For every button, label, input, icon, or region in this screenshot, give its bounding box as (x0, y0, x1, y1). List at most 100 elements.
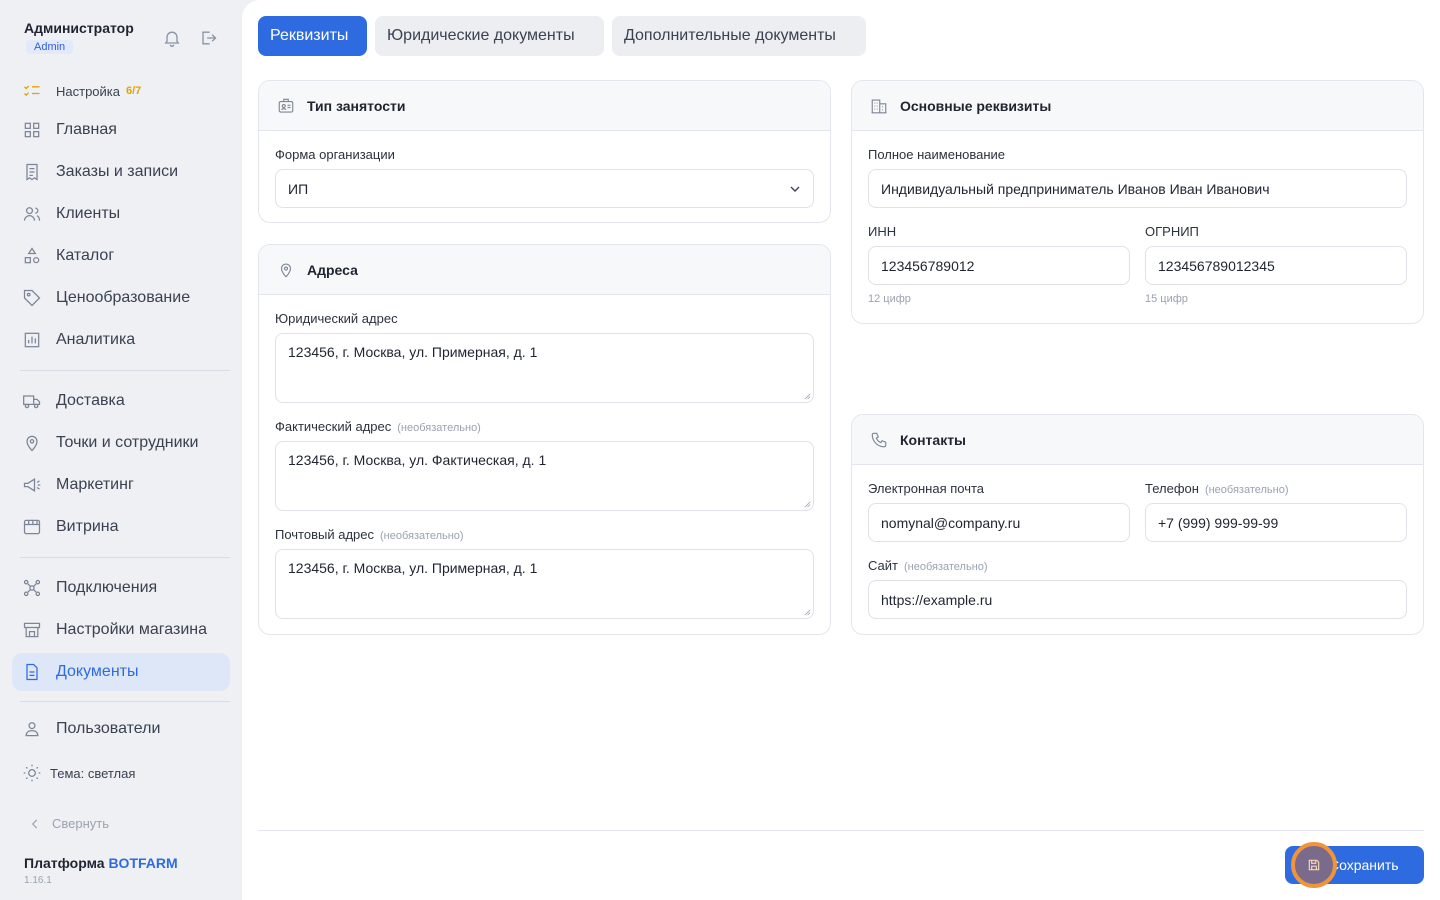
sidebar-item-users[interactable]: Пользователи (12, 710, 230, 748)
sidebar: Администратор Admin Настройка 6/7 Главна… (0, 0, 242, 900)
site-label: Сайт (необязательно) (868, 558, 988, 573)
ogrnip-hint: 15 цифр (1145, 293, 1188, 305)
site-field[interactable]: https://example.ru (868, 580, 1407, 619)
chevron-left-icon (31, 819, 38, 828)
checklist-icon (22, 81, 42, 101)
inn-value: 123456789012 (881, 257, 975, 274)
platform-brand: BOTFARM (108, 855, 178, 871)
resize-handle-icon[interactable] (804, 393, 811, 400)
grid-icon (22, 120, 42, 140)
sidebar-item-label: Маркетинг (56, 476, 134, 493)
legal-address-textarea[interactable]: 123456, г. Москва, ул. Примерная, д. 1 (275, 333, 814, 403)
sidebar-item-marketing[interactable]: Маркетинг (12, 466, 230, 504)
tag-icon (22, 288, 42, 308)
employment-card: Тип занятости Форма организации ИП (258, 80, 831, 223)
sidebar-item-pricing[interactable]: Ценообразование (12, 279, 230, 317)
document-icon (22, 662, 42, 682)
resize-handle-icon[interactable] (804, 501, 811, 508)
phone-field[interactable]: +7 (999) 999-99-99 (1145, 503, 1407, 542)
label-text: Юридический адрес (275, 311, 398, 326)
sidebar-item-analytics[interactable]: Аналитика (12, 321, 230, 359)
optional-note: (необязательно) (380, 530, 464, 542)
org-form-label: Форма организации (275, 147, 395, 162)
resize-handle-icon[interactable] (804, 609, 811, 616)
requisites-card: Основные реквизиты Полное наименование И… (851, 80, 1424, 324)
email-field[interactable]: nomynal@company.ru (868, 503, 1130, 542)
full-name-label: Полное наименование (868, 147, 1006, 162)
footer-divider (258, 830, 1424, 831)
main-content: Реквизиты Юридические документы Дополнит… (242, 0, 1440, 900)
card-header: Основные реквизиты (852, 81, 1423, 131)
sidebar-item-label: Настройки магазина (56, 621, 208, 638)
sidebar-item-documents[interactable]: Документы (12, 653, 230, 691)
label-text: Почтовый адрес (275, 527, 374, 542)
full-name-input[interactable]: Индивидуальный предприниматель Иванов Ив… (868, 169, 1407, 208)
bell-icon[interactable] (162, 28, 182, 48)
platform-title: Платформа BOTFARM (24, 855, 178, 871)
chart-icon (22, 330, 42, 350)
sidebar-item-label: Документы (56, 663, 139, 680)
chevron-down-icon (790, 186, 800, 192)
theme-toggle[interactable]: Тема: светлая (12, 754, 230, 792)
sidebar-item-catalog[interactable]: Каталог (12, 237, 230, 275)
tab-additional-documents[interactable]: Дополнительные документы (612, 16, 866, 56)
map-pin-icon (277, 261, 295, 279)
user-block: Администратор Admin (24, 20, 134, 55)
map-pin-icon (22, 433, 42, 453)
phone-icon (870, 431, 888, 449)
sidebar-item-store-settings[interactable]: Настройки магазина (12, 611, 230, 649)
card-header: Адреса (259, 245, 830, 295)
card-title: Контакты (900, 431, 967, 448)
postal-address-textarea[interactable]: 123456, г. Москва, ул. Примерная, д. 1 (275, 549, 814, 619)
actual-address-textarea[interactable]: 123456, г. Москва, ул. Фактическая, д. 1 (275, 441, 814, 511)
sidebar-item-label: Аналитика (56, 331, 136, 348)
inn-input[interactable]: 123456789012 (868, 246, 1130, 285)
email-value: nomynal@company.ru (881, 514, 1021, 531)
sidebar-item-setup[interactable]: Настройка 6/7 (12, 72, 230, 110)
sidebar-divider (20, 370, 230, 371)
legal-address-label: Юридический адрес (275, 311, 398, 326)
sidebar-item-label: Доставка (56, 392, 125, 409)
sidebar-item-integrations[interactable]: Подключения (12, 569, 230, 607)
label-text: Фактический адрес (275, 419, 392, 434)
sidebar-item-label: Точки и сотрудники (56, 434, 199, 451)
sidebar-item-home[interactable]: Главная (12, 111, 230, 149)
truck-icon (22, 391, 42, 411)
storefront-icon (22, 517, 42, 537)
sidebar-item-storefront[interactable]: Витрина (12, 508, 230, 546)
users-icon (22, 204, 42, 224)
ogrnip-value: 123456789012345 (1158, 257, 1275, 274)
collapse-sidebar-button[interactable]: Свернуть (28, 816, 109, 831)
sidebar-item-label: Клиенты (56, 205, 121, 222)
save-button[interactable]: Сохранить (1285, 842, 1424, 888)
card-header: Контакты (852, 415, 1423, 465)
sidebar-item-delivery[interactable]: Доставка (12, 382, 230, 420)
optional-note: (необязательно) (903, 561, 988, 573)
actual-address-label: Фактический адрес (необязательно) (275, 419, 481, 434)
setup-progress: 6/7 (126, 85, 142, 97)
sidebar-divider (20, 701, 230, 702)
tab-legal-documents[interactable]: Юридические документы (375, 16, 604, 56)
sidebar-item-clients[interactable]: Клиенты (12, 195, 230, 233)
logout-icon[interactable] (198, 28, 218, 48)
legal-address-value: 123456, г. Москва, ул. Примерная, д. 1 (288, 344, 538, 360)
optional-note: (необязательно) (1204, 484, 1289, 496)
card-title: Адреса (307, 261, 358, 278)
sidebar-item-locations[interactable]: Точки и сотрудники (12, 424, 230, 462)
addresses-card: Адреса Юридический адрес 123456, г. Моск… (258, 244, 831, 635)
sidebar-item-orders[interactable]: Заказы и записи (12, 153, 230, 191)
store-icon (22, 620, 42, 640)
org-form-value: ИП (288, 180, 309, 197)
sidebar-item-label: Заказы и записи (56, 163, 179, 180)
tab-requisites[interactable]: Реквизиты (258, 16, 367, 56)
org-form-select[interactable]: ИП (275, 169, 814, 208)
collapse-label: Свернуть (52, 816, 110, 831)
card-header: Тип занятости (259, 81, 830, 131)
shapes-icon (22, 246, 42, 266)
sidebar-item-label: Витрина (56, 518, 119, 535)
ogrnip-input[interactable]: 123456789012345 (1145, 246, 1407, 285)
label-text: Телефон (1145, 481, 1199, 496)
postal-address-label: Почтовый адрес (необязательно) (275, 527, 464, 542)
building-icon (870, 97, 888, 115)
network-icon (22, 578, 42, 598)
